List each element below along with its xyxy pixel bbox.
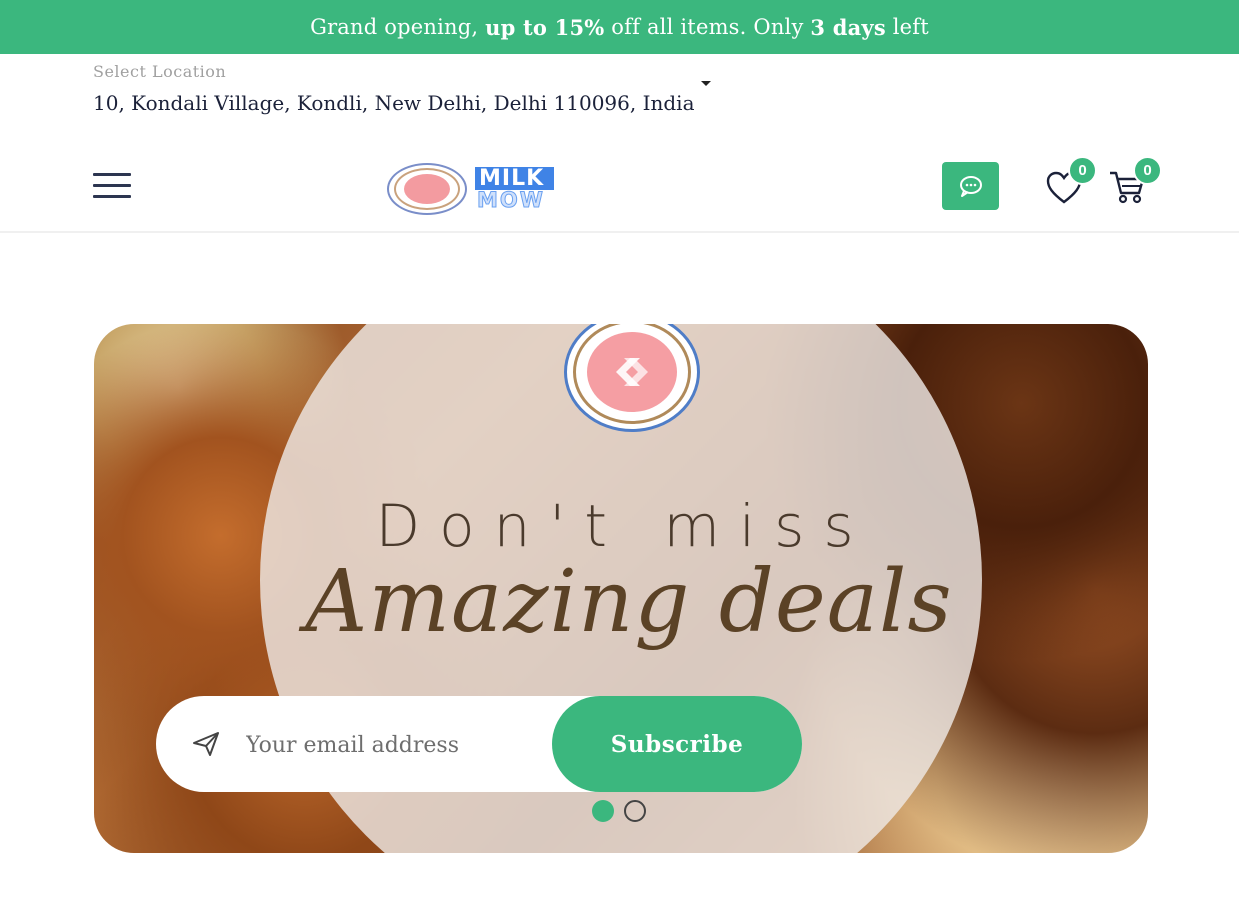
cart-button[interactable]: 0 xyxy=(1108,156,1162,205)
promo-text-3: left xyxy=(885,15,929,39)
subscribe-button[interactable]: Subscribe xyxy=(552,696,802,792)
banner-subheadline: Amazing deals xyxy=(305,552,953,652)
site-header: MILK MOW 0 0 xyxy=(0,135,1239,233)
location-value[interactable]: 10, Kondali Village, Kondli, New Delhi, … xyxy=(93,81,711,115)
slider-pagination xyxy=(592,800,646,822)
slide-dot-2[interactable] xyxy=(624,800,646,822)
newsletter-form: Subscribe xyxy=(156,696,802,792)
location-address: 10, Kondali Village, Kondli, New Delhi, … xyxy=(93,91,695,115)
location-selector[interactable]: Select Location 10, Kondali Village, Kon… xyxy=(93,62,711,115)
logo-emblem xyxy=(387,163,467,215)
send-icon xyxy=(193,732,219,756)
chat-icon xyxy=(959,176,982,197)
logo-text-line1: MILK xyxy=(475,167,555,190)
logo-text-line2: MOW xyxy=(476,188,545,212)
logo-mark-icon xyxy=(616,358,648,386)
logo-wordmark: MILK MOW xyxy=(475,167,555,212)
promo-text-1: Grand opening, xyxy=(310,15,486,39)
caret-down-icon[interactable] xyxy=(700,81,711,86)
wishlist-button[interactable]: 0 xyxy=(1046,156,1097,205)
logo[interactable]: MILK MOW xyxy=(387,163,555,215)
promo-days: 3 days xyxy=(810,14,886,40)
banner-headline: Don't miss xyxy=(375,492,873,560)
wishlist-count-badge: 0 xyxy=(1068,156,1097,185)
hero-banner: Don't miss Amazing deals Subscribe xyxy=(94,324,1148,853)
email-input[interactable] xyxy=(244,720,548,770)
promo-discount: up to 15% xyxy=(485,14,605,40)
slide-dot-1[interactable] xyxy=(592,800,614,822)
menu-icon[interactable] xyxy=(93,173,131,199)
cart-count-badge: 0 xyxy=(1133,156,1162,185)
promo-bar: Grand opening, up to 15% off all items. … xyxy=(0,0,1239,54)
promo-text-2: off all items. Only xyxy=(604,15,811,39)
location-label: Select Location xyxy=(93,62,227,81)
chat-button[interactable] xyxy=(942,162,999,210)
